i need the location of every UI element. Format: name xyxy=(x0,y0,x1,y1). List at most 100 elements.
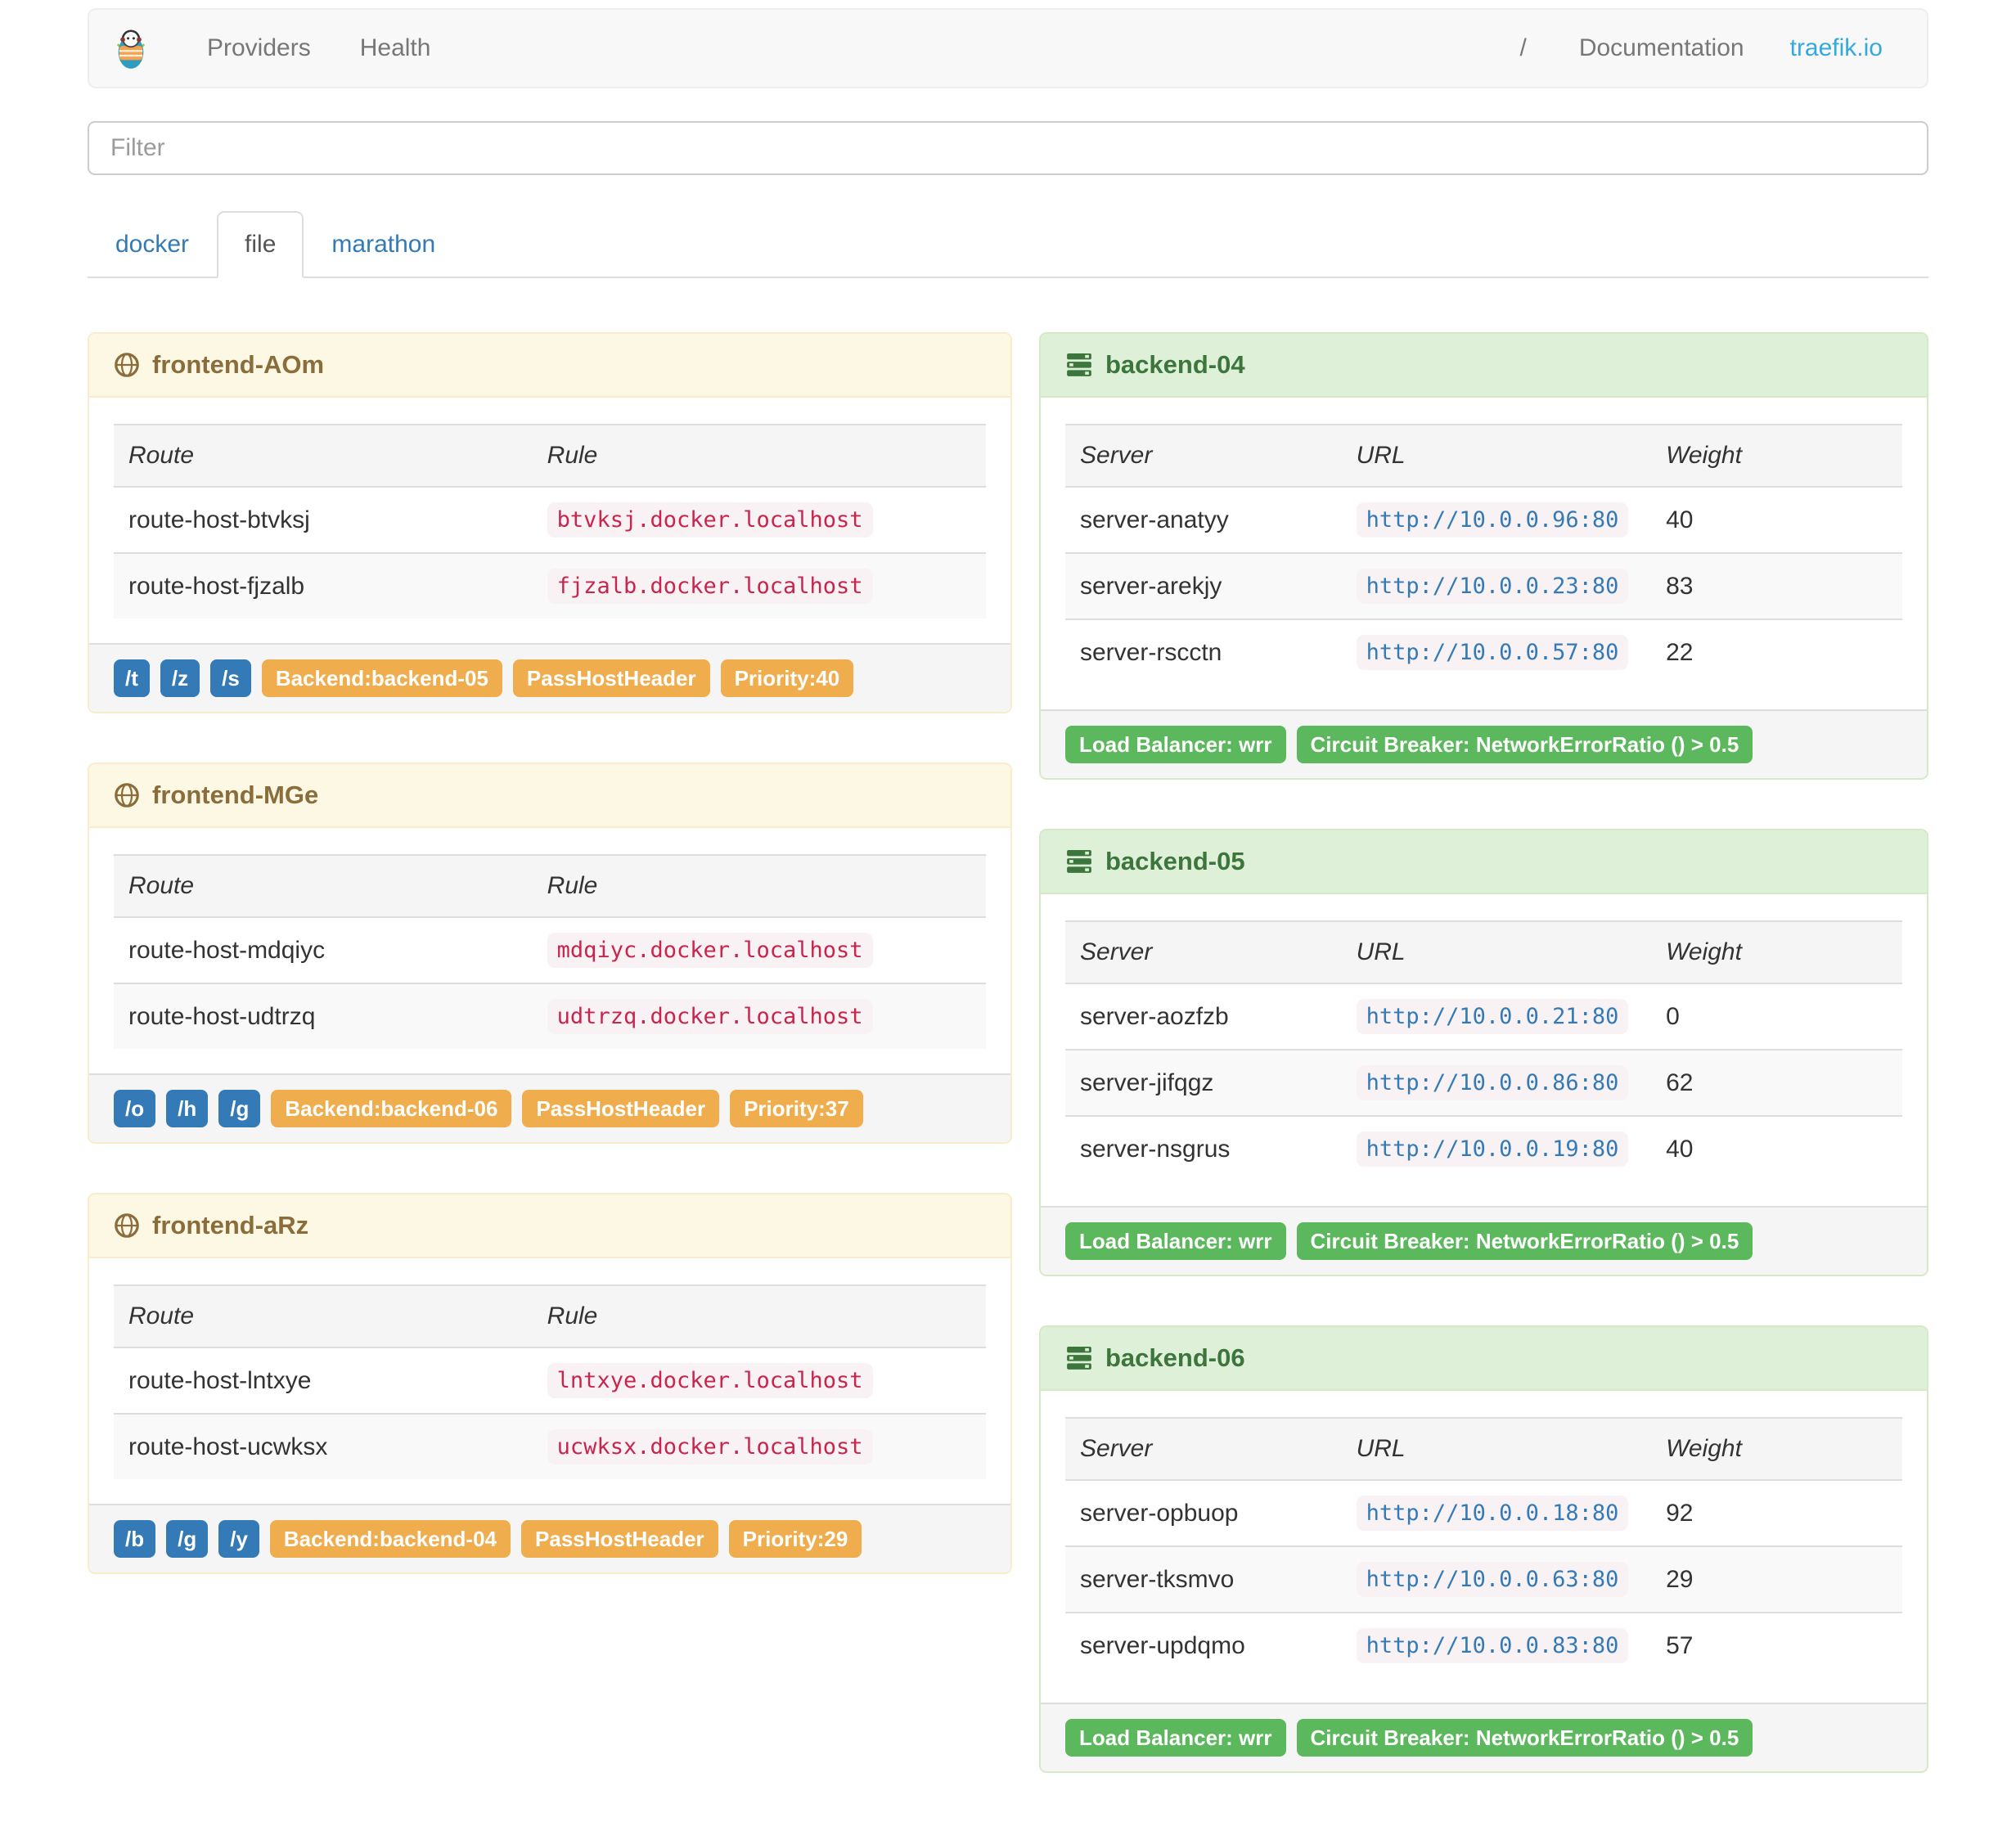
filter-input[interactable] xyxy=(88,121,1928,175)
server-url-link[interactable]: http://10.0.0.19:80 xyxy=(1366,1136,1619,1162)
table-row: route-host-btvksj btvksj.docker.localhos… xyxy=(114,487,986,553)
server-name: server-opbuop xyxy=(1080,1499,1239,1527)
frontend-panel: frontend-aRz Route Rule route-host-lntxy… xyxy=(88,1193,1012,1574)
server-url-link[interactable]: http://10.0.0.23:80 xyxy=(1366,574,1619,599)
backend-panel-heading: backend-06 xyxy=(1041,1327,1927,1391)
nav-link-providers[interactable]: Providers xyxy=(182,34,335,62)
entrypoint-badge: /t xyxy=(114,659,150,697)
route-name: route-host-mdqiyc xyxy=(128,936,326,964)
passhostheader-badge: PassHostHeader xyxy=(512,659,710,697)
column-header-url: URL xyxy=(1341,424,1652,488)
entrypoint-badge: /g xyxy=(218,1090,261,1127)
tab-docker[interactable]: docker xyxy=(88,211,217,278)
server-name: server-updqmo xyxy=(1065,1612,1342,1678)
server-url-link[interactable]: http://10.0.0.21:80 xyxy=(1366,1004,1619,1029)
column-header-weight: Weight xyxy=(1651,920,1902,984)
nav-separator: / xyxy=(1519,34,1527,61)
server-weight: 57 xyxy=(1651,1612,1902,1678)
entrypoint-badge: /s xyxy=(210,659,251,697)
frontend-panel-footer: /o /h /g Backend:backend-06 PassHostHead… xyxy=(89,1073,1010,1142)
circuit-breaker-badge: Circuit Breaker: NetworkErrorRatio () > … xyxy=(1296,1222,1753,1260)
frontend-panel-footer: /t /z /s Backend:backend-05 PassHostHead… xyxy=(89,643,1010,712)
server-url-link[interactable]: http://10.0.0.96:80 xyxy=(1366,507,1619,533)
column-header-url: URL xyxy=(1341,1417,1652,1481)
server-rack-icon xyxy=(1065,351,1093,379)
rule-value: fjzalb.docker.localhost xyxy=(547,569,873,604)
frontend-name: frontend-aRz xyxy=(152,1211,309,1239)
frontend-panel: frontend-MGe Route Rule route-host-mdqiy… xyxy=(88,763,1012,1144)
backend-name: backend-04 xyxy=(1105,350,1245,379)
route-name: route-host-ucwksx xyxy=(114,1413,533,1479)
column-header-server: Server xyxy=(1065,920,1342,984)
server-weight: 92 xyxy=(1666,1499,1694,1527)
rule-value: btvksj.docker.localhost xyxy=(547,502,873,538)
frontend-panel-heading: frontend-aRz xyxy=(89,1194,1010,1258)
entrypoint-badge: /b xyxy=(114,1520,156,1558)
passhostheader-badge: PassHostHeader xyxy=(521,1520,718,1558)
priority-badge: Priority:29 xyxy=(728,1520,862,1558)
server-name: server-tksmvo xyxy=(1065,1545,1342,1613)
route-name: route-host-fjzalb xyxy=(114,552,533,619)
frontend-panel-heading: frontend-AOm xyxy=(89,334,1010,398)
server-name: server-arekjy xyxy=(1065,552,1342,619)
server-url-link[interactable]: http://10.0.0.86:80 xyxy=(1366,1070,1619,1095)
server-url-link[interactable]: http://10.0.0.18:80 xyxy=(1366,1500,1619,1526)
table-row: server-arekjy http://10.0.0.23:80 83 xyxy=(1065,552,1902,619)
frontend-panel: frontend-AOm Route Rule route-host-btvks… xyxy=(88,332,1012,713)
load-balancer-badge: Load Balancer: wrr xyxy=(1065,1222,1286,1260)
load-balancer-badge: Load Balancer: wrr xyxy=(1065,1719,1286,1757)
server-weight: 62 xyxy=(1651,1049,1902,1116)
entrypoint-badge: /g xyxy=(166,1520,209,1558)
column-header-rule: Rule xyxy=(532,424,986,488)
entrypoint-badge: /y xyxy=(218,1520,259,1558)
nav-link-health[interactable]: Health xyxy=(335,34,456,62)
globe-icon xyxy=(114,782,140,808)
column-header-route: Route xyxy=(114,854,533,918)
server-weight: 0 xyxy=(1666,1002,1680,1030)
backend-badge: Backend:backend-05 xyxy=(261,659,502,697)
nav-link-documentation[interactable]: Documentation xyxy=(1555,34,1769,62)
server-url-link[interactable]: http://10.0.0.83:80 xyxy=(1366,1633,1619,1658)
servers-table: Server URL Weight server-opbuop http://1… xyxy=(1065,1417,1902,1678)
passhostheader-badge: PassHostHeader xyxy=(522,1090,720,1127)
table-row: route-host-ucwksx ucwksx.docker.localhos… xyxy=(114,1413,986,1479)
server-url-link[interactable]: http://10.0.0.57:80 xyxy=(1366,640,1619,665)
column-header-url: URL xyxy=(1341,920,1652,984)
load-balancer-badge: Load Balancer: wrr xyxy=(1065,726,1286,763)
routes-table: Route Rule route-host-lntxye lntxye.dock… xyxy=(114,1284,986,1479)
priority-badge: Priority:40 xyxy=(720,659,854,697)
table-row: route-host-mdqiyc mdqiyc.docker.localhos… xyxy=(114,917,986,983)
backend-panel-footer: Load Balancer: wrr Circuit Breaker: Netw… xyxy=(1041,1206,1927,1275)
frontend-name: frontend-AOm xyxy=(152,350,325,379)
server-rack-icon xyxy=(1065,1344,1093,1372)
filter-container xyxy=(88,121,1928,175)
rule-value: mdqiyc.docker.localhost xyxy=(547,933,873,968)
server-name: server-anatyy xyxy=(1080,506,1229,533)
table-row: server-nsgrus http://10.0.0.19:80 40 xyxy=(1065,1115,1902,1181)
globe-icon xyxy=(114,352,140,378)
backend-panel: backend-04 Server URL Weight server-anat… xyxy=(1039,332,1928,780)
frontend-panel-heading: frontend-MGe xyxy=(89,764,1010,828)
navbar: Providers Health / Documentation traefik… xyxy=(88,8,1928,88)
column-header-route: Route xyxy=(114,1284,533,1348)
route-name: route-host-btvksj xyxy=(128,506,310,533)
traefik-logo-icon[interactable] xyxy=(112,27,150,70)
backend-name: backend-05 xyxy=(1105,847,1245,875)
routes-table: Route Rule route-host-btvksj btvksj.dock… xyxy=(114,424,986,619)
entrypoint-badge: /h xyxy=(166,1090,209,1127)
entrypoint-badge: /o xyxy=(114,1090,156,1127)
tab-file[interactable]: file xyxy=(217,211,304,278)
rule-value: ucwksx.docker.localhost xyxy=(547,1429,873,1464)
server-name: server-jifqgz xyxy=(1065,1049,1342,1116)
server-weight: 40 xyxy=(1651,1115,1902,1181)
globe-icon xyxy=(114,1212,140,1239)
table-row: server-jifqgz http://10.0.0.86:80 62 xyxy=(1065,1049,1902,1116)
server-url-link[interactable]: http://10.0.0.63:80 xyxy=(1366,1567,1619,1592)
tab-marathon[interactable]: marathon xyxy=(304,211,463,278)
column-header-server: Server xyxy=(1065,1417,1342,1481)
table-row: server-aozfzb http://10.0.0.21:80 0 xyxy=(1065,983,1902,1050)
backend-badge: Backend:backend-04 xyxy=(269,1520,511,1558)
nav-link-traefik-io[interactable]: traefik.io xyxy=(1769,34,1904,62)
server-weight: 83 xyxy=(1651,552,1902,619)
column-header-weight: Weight xyxy=(1651,424,1902,488)
